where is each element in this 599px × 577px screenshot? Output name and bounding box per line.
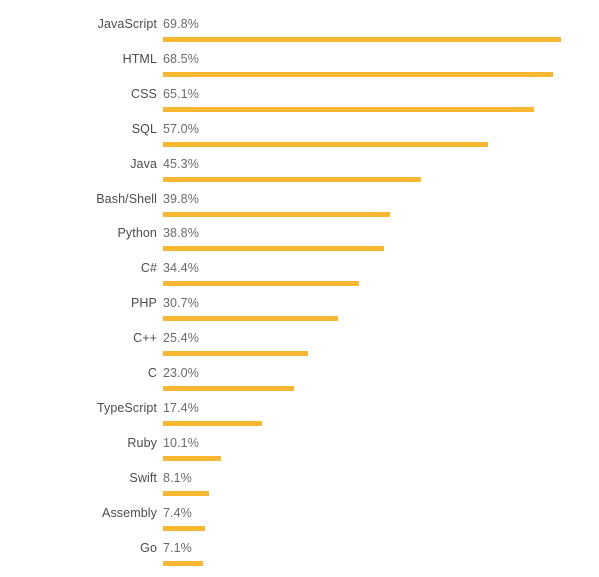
- bar: [163, 316, 338, 322]
- bar-value-label: 57.0%: [163, 121, 199, 136]
- bar-track: [163, 420, 583, 426]
- bar-value-label: 10.1%: [163, 435, 199, 450]
- bar: [163, 455, 221, 461]
- bar-category-label: Java: [130, 156, 157, 171]
- bar-value-label: 39.8%: [163, 191, 199, 206]
- bar: [163, 176, 422, 182]
- bar: [163, 351, 308, 357]
- bar-value-label: 7.1%: [163, 540, 192, 555]
- bar-track: [163, 176, 583, 182]
- bar-category-label: Swift: [129, 470, 157, 485]
- horizontal-bar-chart: JavaScript 69.8% HTML 68.5% CSS 65.1% SQL 57.0%…: [0, 0, 599, 577]
- bar-track: [163, 560, 583, 566]
- bar-row: JavaScript 69.8%: [0, 10, 599, 45]
- bar-track: [163, 211, 583, 217]
- bar-category-label: CSS: [130, 86, 157, 101]
- bar-category-label: SQL: [131, 121, 157, 136]
- bar-track: [163, 281, 583, 287]
- bar-category-label: C++: [133, 331, 157, 346]
- bar-category-label: Bash/Shell: [96, 191, 157, 206]
- bar-track: [163, 141, 583, 147]
- bar-value-label: 30.7%: [163, 296, 199, 311]
- bar-row: Ruby 10.1%: [0, 429, 599, 464]
- bar-row: HTML 68.5%: [0, 45, 599, 80]
- bar-row: TypeScript 17.4%: [0, 394, 599, 429]
- bar: [163, 386, 295, 391]
- bar-track: [163, 106, 583, 112]
- bar-track: [163, 71, 583, 77]
- bar-row: Java 45.3%: [0, 150, 599, 185]
- bar-category-label: Python: [117, 226, 157, 241]
- bar-category-label: PHP: [130, 296, 157, 311]
- bar-row: C++ 25.4%: [0, 324, 599, 359]
- bar-track: [163, 386, 583, 391]
- bar-category-label: Assembly: [102, 505, 157, 520]
- bar-value-label: 38.8%: [163, 226, 199, 241]
- bar-value-label: 17.4%: [163, 400, 199, 415]
- bar-track: [163, 37, 583, 42]
- bar-track: [163, 455, 583, 461]
- bar-value-label: 69.8%: [163, 17, 199, 31]
- bar-value-label: 68.5%: [163, 51, 199, 66]
- bar-value-label: 65.1%: [163, 86, 199, 101]
- bar-row: Bash/Shell 39.8%: [0, 185, 599, 220]
- bar-row: CSS 65.1%: [0, 80, 599, 115]
- bar-value-label: 34.4%: [163, 261, 199, 276]
- bar: [163, 420, 263, 426]
- bar: [163, 71, 554, 77]
- bar-row: Assembly 7.4%: [0, 499, 599, 534]
- bar-category-label: Ruby: [127, 435, 157, 450]
- bar-category-label: C#: [140, 261, 157, 276]
- bar-value-label: 23.0%: [163, 366, 199, 380]
- bar-track: [163, 351, 583, 357]
- bar: [163, 211, 390, 217]
- bar: [163, 525, 206, 531]
- bar-category-label: HTML: [122, 51, 157, 66]
- bar: [163, 141, 488, 147]
- bar-row: Swift 8.1%: [0, 464, 599, 499]
- bar-row: Go 7.1%: [0, 534, 599, 569]
- bar-track: [163, 525, 583, 531]
- bar-track: [163, 316, 583, 322]
- bar: [163, 281, 360, 287]
- bar-row: C 23.0%: [0, 359, 599, 394]
- bar-category-label: TypeScript: [96, 400, 157, 415]
- bar: [163, 246, 385, 252]
- bar-track: [163, 246, 583, 252]
- bar-value-label: 25.4%: [163, 331, 199, 346]
- bar: [163, 560, 204, 566]
- bar-row: Python 38.8%: [0, 219, 599, 254]
- bar: [163, 37, 561, 42]
- bar-row: SQL 57.0%: [0, 115, 599, 150]
- bar-value-label: 7.4%: [163, 505, 192, 520]
- bar: [163, 490, 210, 496]
- bar-value-label: 8.1%: [163, 470, 192, 485]
- bar-row: PHP 30.7%: [0, 289, 599, 324]
- bar-value-label: 45.3%: [163, 156, 199, 171]
- bar-category-label: C: [147, 366, 157, 380]
- bar-track: [163, 490, 583, 496]
- bar: [163, 106, 535, 112]
- bar-category-label: Go: [140, 540, 157, 555]
- bar-row: C# 34.4%: [0, 254, 599, 289]
- bar-category-label: JavaScript: [97, 17, 157, 31]
